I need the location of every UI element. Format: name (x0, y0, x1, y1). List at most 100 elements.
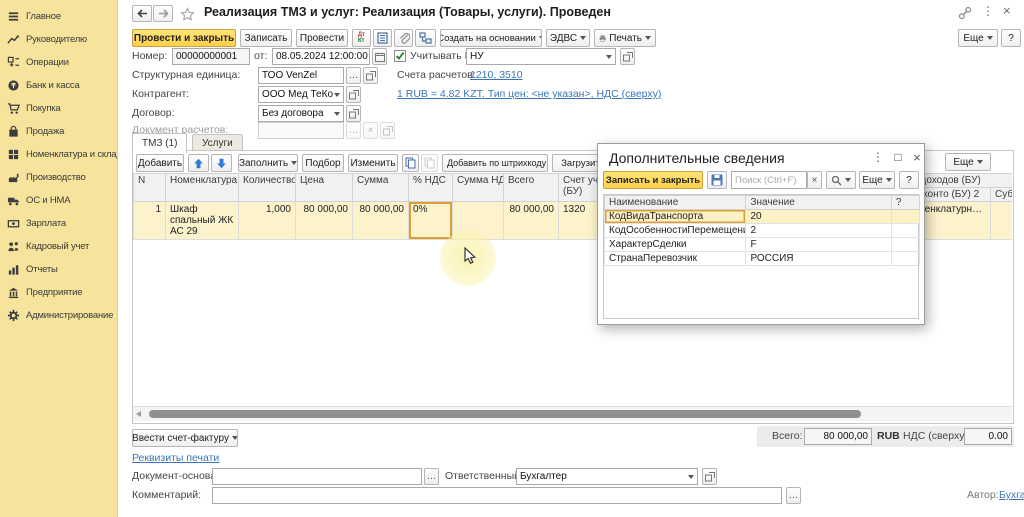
kpn-open-button[interactable] (620, 48, 635, 65)
related-documents-button[interactable] (415, 29, 436, 47)
sidebar-item-hr[interactable]: Кадровый учет (0, 235, 117, 258)
help-button[interactable]: ? (1001, 29, 1021, 47)
col-header-subconto3[interactable]: Субконто (БУ) (991, 188, 1013, 202)
forward-button[interactable] (153, 5, 173, 22)
window-more-icon[interactable]: ⋮ (982, 4, 994, 18)
items-more-button[interactable]: Еще (945, 153, 991, 171)
sidebar-item-enterprise[interactable]: Предприятие (0, 281, 117, 304)
kpn-checkbox[interactable] (394, 50, 406, 62)
tab-tmz[interactable]: ТМЗ (1) (132, 133, 187, 153)
dialog-cell-q[interactable] (891, 224, 919, 238)
add-row-button[interactable]: Добавить (136, 154, 184, 172)
sidebar-item-operations[interactable]: Операции (0, 51, 117, 74)
cell-vat-amount[interactable] (453, 202, 504, 240)
dialog-col-name[interactable]: Наименование (605, 196, 746, 210)
dialog-row[interactable]: КодВидаТранспорта 20 (605, 210, 920, 224)
dialog-col-q[interactable]: ? (891, 196, 919, 210)
change-button[interactable]: Изменить (348, 154, 398, 172)
attachments-button[interactable] (394, 29, 413, 47)
sidebar-item-nomenclature[interactable]: Номенклатура и склад (0, 143, 117, 166)
dialog-save-close-button[interactable]: Записать и закрыть (603, 171, 703, 189)
settlement-accounts-link[interactable]: 1210, 3510 (470, 69, 523, 81)
cell-amount[interactable]: 80 000,00 (353, 202, 409, 240)
cell-vat-percent[interactable]: 0% (409, 202, 453, 240)
col-header-total[interactable]: Всего (504, 174, 559, 202)
contract-field[interactable]: Без договора (258, 105, 344, 122)
base-doc-input[interactable] (212, 468, 422, 485)
dialog-cell-value[interactable]: 20 (746, 210, 891, 224)
dialog-cell-value[interactable]: 2 (746, 224, 891, 238)
counterparty-open-button[interactable] (346, 86, 361, 103)
sidebar-item-administration[interactable]: Администрирование (0, 304, 117, 327)
cell-price[interactable]: 80 000,00 (296, 202, 353, 240)
horizontal-scrollbar[interactable] (133, 406, 1012, 421)
number-field[interactable]: 00000000001 (172, 48, 250, 65)
dialog-row[interactable]: СтранаПеревозчик РОССИЯ (605, 252, 920, 266)
col-header-nomenclature[interactable]: Номенклатура (166, 174, 239, 202)
responsible-field[interactable]: Бухгалтер (516, 468, 698, 485)
sidebar-item-sales[interactable]: Продажа (0, 120, 117, 143)
col-header-n[interactable]: N (134, 174, 166, 202)
write-button[interactable]: Записать (240, 29, 292, 47)
scrollbar-thumb[interactable] (149, 410, 861, 418)
structural-unit-select-button[interactable]: … (346, 67, 361, 84)
dialog-cell-name[interactable]: ХарактерСделки (605, 238, 746, 252)
print-requisites-link[interactable]: Реквизиты печати (132, 452, 219, 464)
dialog-row[interactable]: ХарактерСделки F (605, 238, 920, 252)
responsible-open-button[interactable] (702, 468, 717, 485)
cell-n[interactable]: 1 (134, 202, 166, 240)
dialog-cell-name[interactable]: КодВидаТранспорта (605, 210, 746, 224)
edvs-button[interactable]: ЭДВС (546, 29, 590, 47)
comment-expand-button[interactable]: … (786, 487, 801, 504)
dialog-maximize-icon[interactable]: □ (890, 149, 906, 165)
dialog-close-icon[interactable]: × (909, 149, 925, 165)
window-close-icon[interactable]: × (1003, 3, 1011, 18)
dialog-save-button[interactable] (707, 171, 727, 189)
add-by-barcode-button[interactable]: Добавить по штрихкоду (442, 154, 548, 172)
enter-invoice-button[interactable]: Ввести счет-фактуру (132, 429, 238, 447)
dialog-cell-q[interactable] (891, 210, 919, 224)
settlement-doc-clear-button[interactable]: × (363, 122, 378, 139)
journal-button[interactable] (373, 29, 392, 47)
copy-rows-button[interactable] (402, 154, 419, 172)
settlement-doc-open-button[interactable] (380, 122, 395, 139)
counterparty-field[interactable]: ООО Мед ТеКо (258, 86, 344, 103)
author-link[interactable]: Бухгалтер (999, 489, 1024, 501)
dialog-cell-name[interactable]: КодОсобенностиПеремещения (605, 224, 746, 238)
kpn-mode-field[interactable]: НУ (466, 48, 616, 65)
dialog-cell-q[interactable] (891, 252, 919, 266)
paste-rows-button[interactable] (421, 154, 438, 172)
sidebar-item-salary[interactable]: Зарплата (0, 212, 117, 235)
post-button[interactable]: Провести (296, 29, 348, 47)
comment-input[interactable] (212, 487, 782, 504)
col-header-quantity[interactable]: Количество (239, 174, 296, 202)
col-header-amount[interactable]: Сумма (353, 174, 409, 202)
print-button[interactable]: Печать (594, 29, 656, 47)
col-header-vat-amount[interactable]: Сумма НДС (453, 174, 504, 202)
back-button[interactable] (132, 5, 152, 22)
dialog-cell-q[interactable] (891, 238, 919, 252)
cell-nomenclature[interactable]: Шкаф спальный ЖК АС 29 (166, 202, 239, 240)
dialog-more-icon[interactable]: ⋮ (870, 149, 886, 165)
get-link-icon[interactable] (958, 6, 972, 20)
sidebar-item-production[interactable]: Производство (0, 166, 117, 189)
fill-button[interactable]: Заполнить (238, 154, 298, 172)
move-up-button[interactable] (188, 154, 209, 172)
dialog-search-button[interactable] (826, 171, 856, 189)
col-header-price[interactable]: Цена (296, 174, 353, 202)
structural-unit-open-button[interactable] (363, 67, 378, 84)
form-more-button[interactable]: Еще (958, 29, 998, 47)
structural-unit-field[interactable]: ТОО VenZel (258, 67, 344, 84)
dialog-cell-value[interactable]: F (746, 238, 891, 252)
settlement-doc-select-button[interactable]: … (346, 122, 361, 139)
cell-total[interactable]: 80 000,00 (504, 202, 559, 240)
pick-button[interactable]: Подбор (302, 154, 344, 172)
dialog-search-input[interactable] (731, 171, 807, 189)
dialog-cell-name[interactable]: СтранаПеревозчик (605, 252, 746, 266)
dialog-search-clear-button[interactable]: × (807, 171, 822, 189)
sidebar-item-main[interactable]: Главное (0, 5, 117, 28)
sidebar-item-bank-cash[interactable]: Банк и касса (0, 74, 117, 97)
dialog-cell-value[interactable]: РОССИЯ (746, 252, 891, 266)
sidebar-item-purchase[interactable]: Покупка (0, 97, 117, 120)
dialog-row[interactable]: КодОсобенностиПеремещения 2 (605, 224, 920, 238)
